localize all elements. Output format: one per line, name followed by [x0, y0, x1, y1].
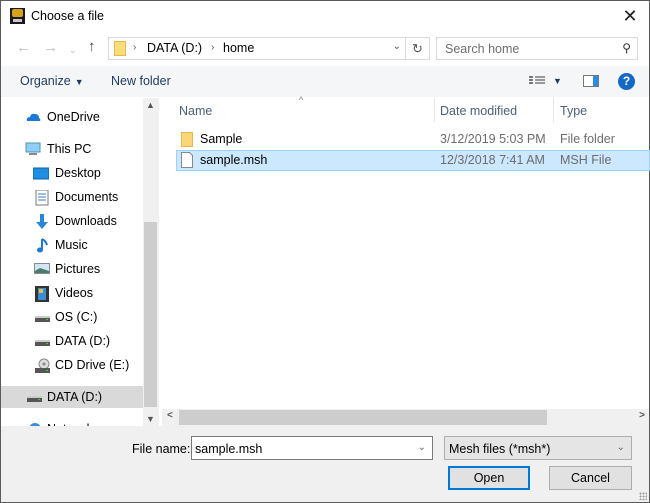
navigation-pane: OneDrive This PC Desktop Documents Downl…: [1, 98, 143, 426]
downloads-icon: [34, 214, 50, 229]
window-title: Choose a file: [31, 9, 104, 23]
file-name-input[interactable]: sample.msh ⌄: [191, 436, 433, 460]
refresh-button[interactable]: ↻: [405, 38, 429, 59]
sidebar-item-downloads[interactable]: Downloads: [1, 210, 143, 232]
cd-drive-icon: [35, 358, 51, 373]
folder-icon: [114, 41, 126, 56]
scroll-thumb[interactable]: [144, 222, 157, 407]
toolbar: Organize ▼ New folder: [1, 66, 649, 97]
sidebar-item-documents[interactable]: Documents: [1, 186, 143, 208]
file-date: 3/12/2019 5:03 PM: [440, 132, 546, 146]
sidebar-item-network[interactable]: Network: [1, 418, 143, 426]
caret-down-icon: ▼: [74, 77, 84, 87]
sidebar-item-videos[interactable]: Videos: [1, 282, 143, 304]
new-folder-button[interactable]: New folder: [111, 74, 171, 88]
recent-locations-button[interactable]: ⌄: [69, 42, 77, 58]
file-name-label: File name:: [132, 442, 191, 456]
folder-icon: [181, 131, 193, 147]
search-input[interactable]: Search home ⚲: [436, 37, 638, 60]
close-icon: ✕: [622, 6, 638, 26]
sidebar-item-cd-drive-e[interactable]: CD Drive (E:): [1, 354, 143, 376]
scroll-left-icon[interactable]: <: [167, 410, 173, 421]
address-dropdown-icon[interactable]: ⌄: [393, 41, 401, 52]
sidebar-item-data-d[interactable]: DATA (D:): [1, 330, 143, 352]
arrow-left-icon: ←: [16, 39, 31, 56]
help-button[interactable]: ?: [618, 73, 635, 90]
scroll-right-icon[interactable]: >: [639, 410, 645, 421]
forward-button[interactable]: →: [43, 40, 58, 56]
breadcrumb-separator-icon: ›: [133, 42, 137, 53]
onedrive-icon: [25, 110, 41, 124]
file-name: sample.msh: [200, 153, 268, 167]
computer-icon: [25, 142, 41, 156]
column-header-type[interactable]: Type: [560, 104, 587, 118]
file-type: MSH File: [560, 153, 612, 167]
sidebar-item-music[interactable]: Music: [1, 234, 143, 256]
breadcrumb-separator-icon: ›: [211, 42, 215, 53]
organize-label: Organize: [20, 74, 71, 88]
sidebar-item-desktop[interactable]: Desktop: [1, 162, 143, 184]
file-row-selected[interactable]: sample.msh 12/3/2018 7:41 AM MSH File: [176, 150, 650, 171]
file-list-scrollbar[interactable]: < >: [162, 409, 649, 426]
breadcrumb-data-d[interactable]: DATA (D:): [147, 41, 202, 55]
documents-icon: [35, 189, 51, 206]
cancel-button[interactable]: Cancel: [549, 466, 632, 490]
file-date: 12/3/2018 7:41 AM: [440, 153, 545, 167]
up-button[interactable]: ↑: [88, 39, 96, 55]
music-icon: [36, 238, 52, 253]
sidebar-scrollbar[interactable]: ▲ ▼: [143, 98, 158, 426]
arrow-right-icon: →: [43, 39, 58, 56]
file-icon: [181, 152, 193, 168]
refresh-icon: ↻: [412, 41, 423, 56]
open-button[interactable]: Open: [448, 466, 530, 490]
view-options-icon[interactable]: [529, 75, 545, 87]
file-type: File folder: [560, 132, 615, 146]
column-divider[interactable]: [434, 98, 435, 122]
file-type-value: Mesh files (*msh*): [449, 442, 551, 456]
column-header-date[interactable]: Date modified: [440, 104, 517, 118]
column-header-name[interactable]: Name: [179, 104, 212, 118]
chevron-down-icon[interactable]: ⌄: [418, 442, 426, 453]
preview-pane-icon[interactable]: [583, 75, 599, 87]
file-dialog: Choose a file ✕ ← → ⌄ ↑ › DATA (D:) › ho…: [0, 0, 650, 503]
drive-icon: [35, 310, 51, 324]
breadcrumb-home[interactable]: home: [223, 41, 254, 55]
sidebar-item-data-d-selected[interactable]: DATA (D:): [1, 386, 143, 408]
scroll-thumb[interactable]: [179, 410, 547, 425]
file-row[interactable]: Sample 3/12/2019 5:03 PM File folder: [176, 129, 650, 150]
scroll-up-icon[interactable]: ▲: [143, 100, 158, 110]
arrow-up-icon: ↑: [88, 38, 96, 55]
sidebar-item-onedrive[interactable]: OneDrive: [1, 106, 143, 128]
app-icon: [10, 8, 25, 24]
pictures-icon: [34, 262, 50, 276]
address-bar[interactable]: › DATA (D:) › home ⌄ ↻: [108, 37, 430, 60]
sidebar-item-pictures[interactable]: Pictures: [1, 258, 143, 280]
desktop-icon: [32, 166, 50, 180]
resize-grip-icon[interactable]: [639, 492, 647, 500]
column-divider[interactable]: [553, 98, 554, 122]
back-button[interactable]: ←: [16, 40, 31, 56]
search-placeholder: Search home: [445, 42, 520, 56]
sidebar-item-this-pc[interactable]: This PC: [1, 138, 143, 160]
chevron-down-icon: ⌄: [616, 442, 625, 453]
file-type-select[interactable]: Mesh files (*msh*) ⌄: [444, 436, 632, 460]
videos-icon: [35, 286, 51, 302]
file-list: ^ Name Date modified Type Sample 3/12/20…: [162, 95, 650, 408]
scroll-down-icon[interactable]: ▼: [143, 414, 158, 424]
drive-icon: [35, 334, 51, 348]
sidebar-item-os-c[interactable]: OS (C:): [1, 306, 143, 328]
file-name: Sample: [200, 132, 243, 146]
close-button[interactable]: ✕: [619, 5, 641, 27]
sort-ascending-icon: ^: [299, 95, 304, 105]
search-icon[interactable]: ⚲: [622, 41, 631, 55]
organize-button[interactable]: Organize ▼: [20, 74, 84, 88]
drive-icon: [27, 390, 43, 404]
file-name-value: sample.msh: [195, 442, 263, 456]
view-dropdown-icon[interactable]: ▼: [553, 76, 562, 86]
chevron-down-icon: ⌄: [69, 45, 77, 55]
title-bar: Choose a file ✕: [1, 1, 649, 32]
